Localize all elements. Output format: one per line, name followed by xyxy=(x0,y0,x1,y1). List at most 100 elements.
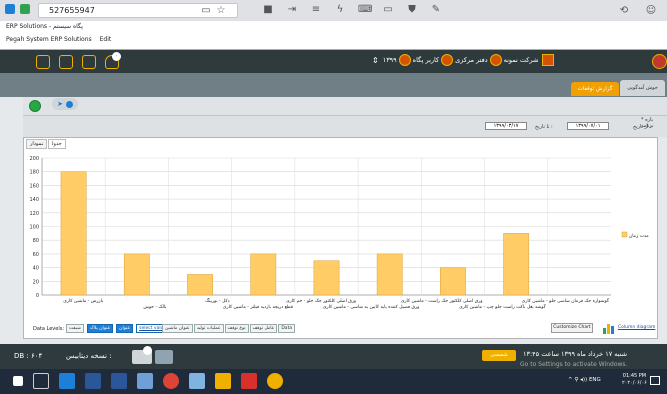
to-date-input[interactable]: ۱۳۹۹/۰۳/۱۷ xyxy=(485,122,527,130)
hamburger-menu-icon[interactable] xyxy=(652,54,667,69)
current-datetime: شنبه ۱۷ خرداد ماه ۱۳۹۹ ساعت ۱۳:۴۵ xyxy=(523,350,628,358)
square-icon[interactable]: ■ xyxy=(262,4,274,16)
notifications-icon[interactable] xyxy=(650,376,660,385)
shield-icon[interactable]: ⛊ xyxy=(406,4,418,16)
fiscal-year: ۱۳۹۹ xyxy=(382,56,397,64)
calculator-icon[interactable] xyxy=(82,55,96,69)
customize-chart-button[interactable]: Customize Chart xyxy=(551,323,593,333)
lock-icon[interactable]: ▭ xyxy=(200,5,212,17)
edge-icon[interactable] xyxy=(59,373,75,389)
bar xyxy=(313,260,340,296)
y-tick-label: 140 xyxy=(29,197,39,203)
run-report-icon[interactable] xyxy=(29,100,41,112)
store-icon[interactable] xyxy=(85,373,101,389)
taskbar-clock[interactable]: 01:45 PM ۲۰۲۰/۰۶/۰۶ xyxy=(622,373,647,387)
keyboard-icon[interactable]: ⌨ xyxy=(358,4,372,16)
mail-icon[interactable] xyxy=(111,373,127,389)
tab-stop-report[interactable]: گزارش توقفات xyxy=(571,82,619,96)
x-tick-label: گوشواره جک فرمان شاسی جلو - ماشین کاری xyxy=(522,297,610,304)
back-icon[interactable] xyxy=(5,4,15,14)
task-view-icon[interactable] xyxy=(33,373,49,389)
data-levels-label: Data Levels: xyxy=(33,325,65,332)
windows-start-icon[interactable] xyxy=(13,376,23,386)
column-diagram-icon[interactable] xyxy=(603,322,616,334)
year-icon xyxy=(398,54,411,66)
y-tick-label: 60 xyxy=(33,252,39,258)
column-diagram-link[interactable]: Column diagram xyxy=(618,325,655,330)
folder-icon[interactable] xyxy=(215,373,231,389)
calendar-type-badge[interactable]: شمسی xyxy=(482,350,516,361)
tab-welcome[interactable]: خوش آمدگویی xyxy=(620,80,665,96)
user-name: کاربر پگاه xyxy=(412,56,440,64)
refresh-icon[interactable] xyxy=(59,55,73,69)
bar xyxy=(123,253,150,296)
chrome-icon[interactable] xyxy=(163,373,179,389)
taskbar-apps xyxy=(8,373,288,389)
col-operation[interactable]: عملیات تولید xyxy=(193,324,224,333)
bar xyxy=(187,274,213,296)
menu-item-pegah[interactable]: Pegah System ERP Solutions xyxy=(6,36,92,43)
pen-icon[interactable]: ✎ xyxy=(430,4,442,16)
person-icon[interactable]: ☺ xyxy=(645,5,657,17)
arrow-right-icon[interactable]: ➤ xyxy=(57,100,63,108)
legend-swatch xyxy=(621,231,628,238)
legend-label: مدت زمان xyxy=(629,234,649,239)
report-toolbar xyxy=(23,97,667,115)
from-date-label: از تاریخ : xyxy=(633,124,652,130)
list-icon[interactable]: ≡ xyxy=(310,4,322,16)
paint-icon[interactable] xyxy=(137,373,153,389)
input-language[interactable]: ENG xyxy=(589,377,601,383)
tab-chart[interactable]: نمودار xyxy=(26,139,48,149)
updown-icon[interactable]: ⇕ xyxy=(372,56,379,65)
company-selector[interactable]: ⇕ ۱۳۹۹ کاربر پگاه دفتر مرکزی شرکت نمونه xyxy=(372,54,555,66)
x-tick-label: بازرس - ماشین کاری xyxy=(63,298,103,304)
lightning-icon[interactable]: ϟ xyxy=(334,4,346,16)
company-name: شرکت نمونه xyxy=(503,56,539,64)
to-date-label: تا تاریخ : xyxy=(535,124,553,130)
col-stop-agent[interactable]: عامل توقف xyxy=(249,324,278,333)
search-icon[interactable] xyxy=(189,373,205,389)
y-tick-label: 120 xyxy=(29,211,39,217)
x-tick-label: گوشه بغل باکت راست جلو چپ - ماشین کاری xyxy=(459,303,547,310)
y-tick-label: 0 xyxy=(36,293,39,299)
app-icon[interactable] xyxy=(267,373,283,389)
col-machine[interactable]: عنوان ماشین xyxy=(162,324,193,333)
office-icon xyxy=(489,54,502,66)
x-tick-label: بالک - جوش xyxy=(143,304,166,310)
bar xyxy=(440,267,466,296)
media-icon[interactable] xyxy=(241,373,257,389)
y-tick-label: 100 xyxy=(29,225,39,231)
db-version-label: نسخه دیتابیس : xyxy=(66,352,112,360)
level-shift[interactable]: شیفت xyxy=(66,324,84,333)
screen-icon[interactable]: ▭ xyxy=(382,4,394,16)
clear-icon[interactable] xyxy=(65,100,73,108)
status-badge-icon xyxy=(143,346,152,355)
level-title[interactable]: عنوان xyxy=(116,324,134,333)
star-icon[interactable]: ☆ xyxy=(215,5,227,17)
bar xyxy=(60,171,87,296)
tab-table[interactable]: جدول xyxy=(48,139,66,149)
x-tick-label: دکل - بورینگ xyxy=(205,298,229,304)
y-tick-label: 180 xyxy=(29,170,39,176)
system-tray[interactable]: ^ ⚲ ◂)) ENG xyxy=(568,377,601,383)
building-icon[interactable] xyxy=(155,350,173,364)
nav-pill[interactable]: ➤ xyxy=(52,98,78,110)
export-icon[interactable]: ⇥ xyxy=(286,4,298,16)
from-date-input[interactable]: ۱۳۹۹/۰۷/۰۱ xyxy=(567,122,609,130)
level-plate-title[interactable]: عنوان پلاک xyxy=(86,324,114,333)
forward-icon[interactable] xyxy=(20,4,30,14)
bar-chart: 0 20 40 60 80 100 120 140 160 180 200 بازرس - ماشین… xyxy=(29,156,649,310)
bar xyxy=(250,253,277,296)
history-icon[interactable]: ⟲ xyxy=(618,5,630,17)
col-stop-type[interactable]: نوع توقف xyxy=(224,324,249,333)
x-tick-label: ورق اصلی کلکتور جک جلو - خم کاری xyxy=(286,298,356,304)
menu-item-edit[interactable]: Edit xyxy=(100,36,112,43)
col-data[interactable]: Data xyxy=(278,324,296,333)
company-icon xyxy=(542,54,555,66)
app-menu: Pegah System ERP Solutions Edit xyxy=(6,36,111,43)
clock-time: 01:45 PM xyxy=(622,373,647,379)
user-icon xyxy=(441,54,454,66)
notification-badge: ۰ xyxy=(112,52,121,61)
y-tick-label: 80 xyxy=(33,238,39,244)
login-icon[interactable] xyxy=(36,55,50,69)
